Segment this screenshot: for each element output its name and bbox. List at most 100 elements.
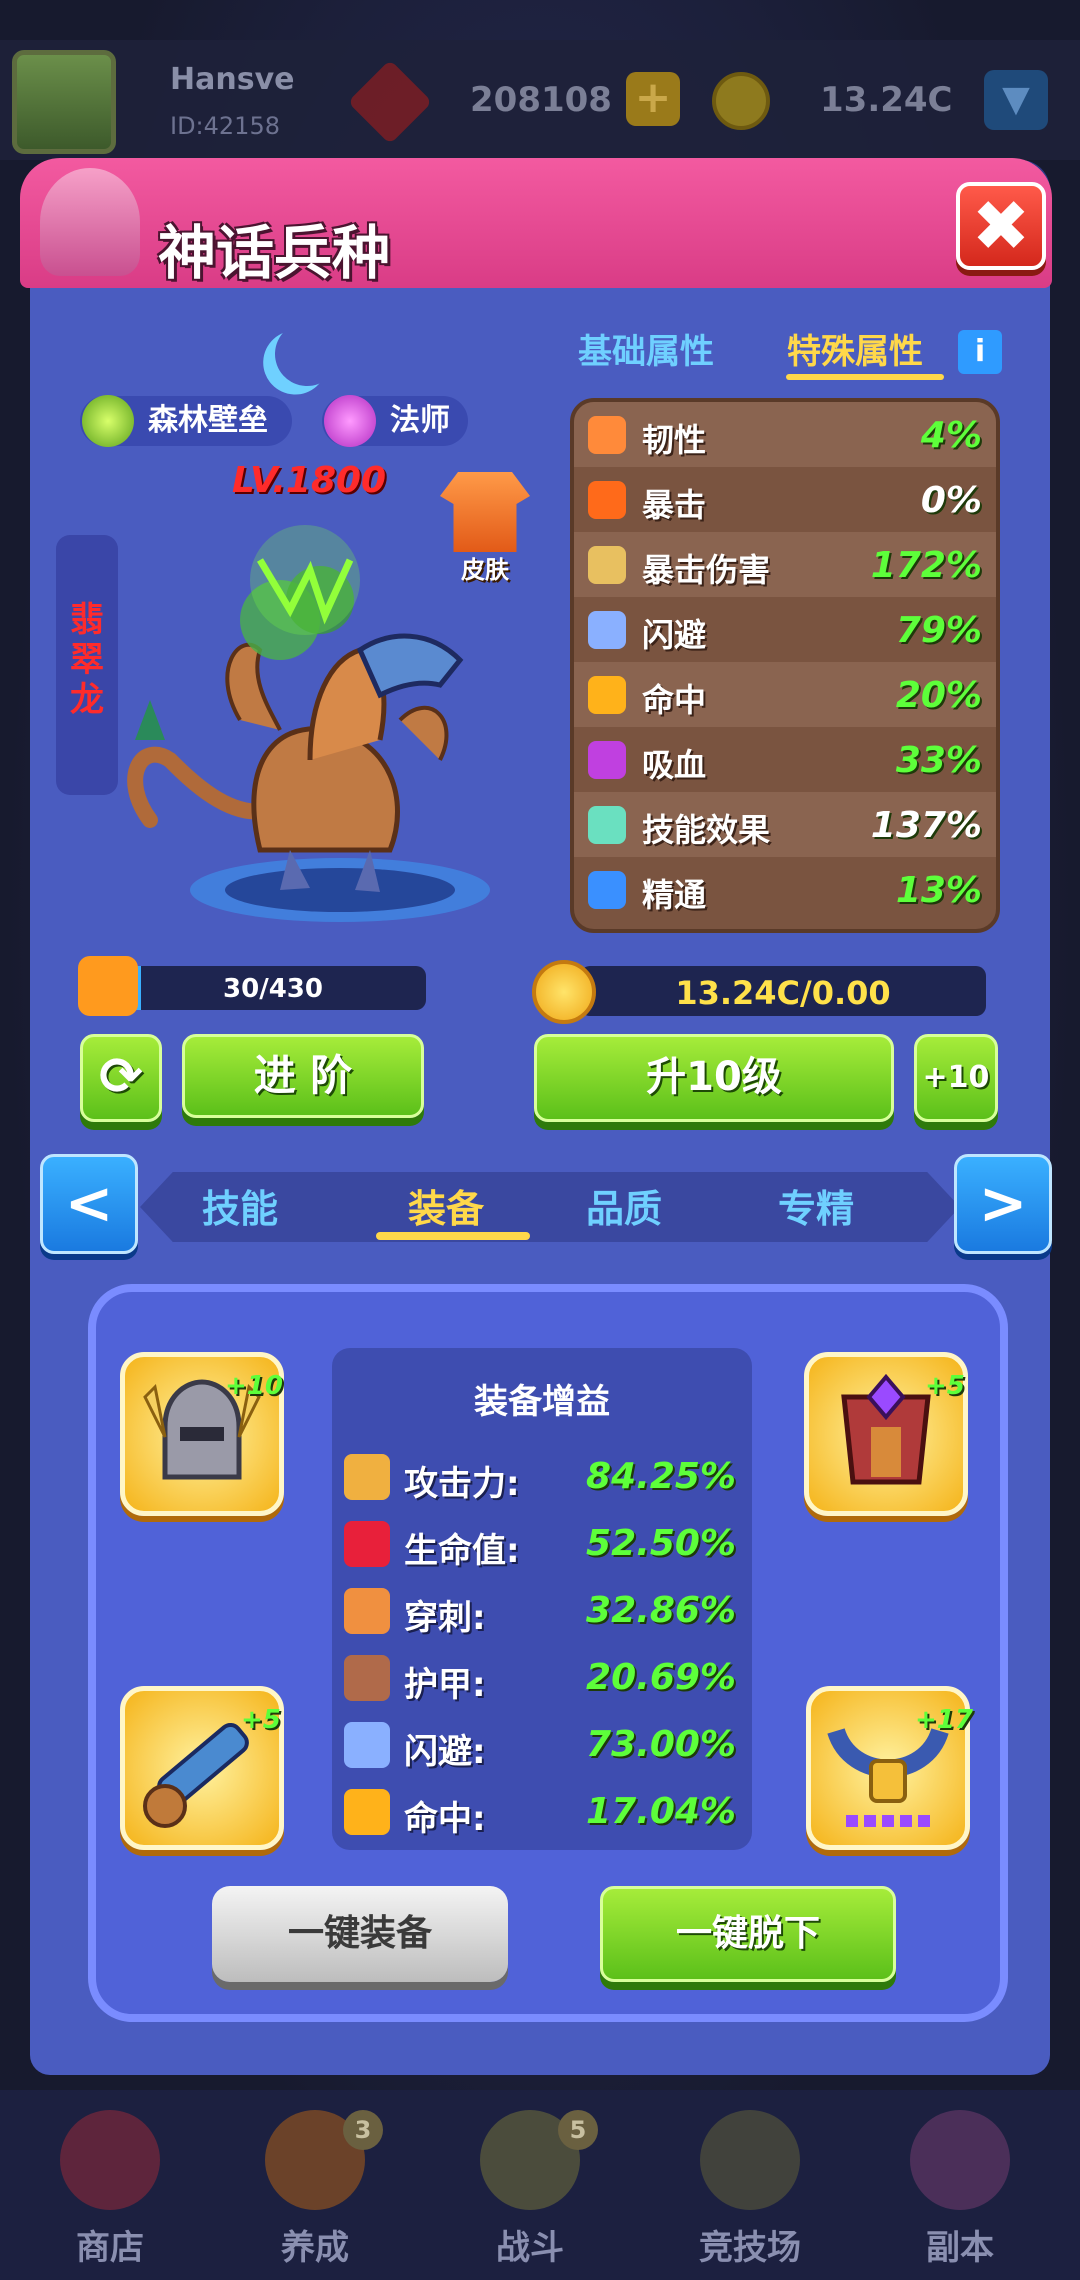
class-label: 法师 [390, 403, 450, 438]
equipment-boost-box: 攻击力: 84.25% 生命值: 52.50% 穿刺: 32.86% 护甲: 20.69% 闪避… [332, 1348, 752, 1850]
nav-shop[interactable]: 商店 [20, 2100, 200, 2280]
boost-label: 生命值: [404, 1531, 520, 1571]
tab-quality[interactable]: 品质 [586, 1178, 662, 1233]
hero-name-text: 翡翠龙 [70, 600, 104, 720]
stat-label: 吸血 [642, 746, 707, 784]
gem-count: 208108 [470, 80, 612, 120]
stat-value: 172% [870, 545, 982, 586]
stats-list: 韧性 4% 暴击 0% 暴击伤害 172% 闪避 79% 命中 20% 吸血 33% 技能效果 137% 精… [570, 398, 1000, 933]
avatar[interactable] [12, 50, 116, 154]
tab-basic-attributes[interactable]: 基础属性 [578, 324, 714, 373]
stat-icon [588, 546, 626, 584]
tab-equipment[interactable]: 装备 [408, 1178, 484, 1233]
nav-arena-label: 竞技场 [699, 2228, 801, 2268]
stat-row: 暴击伤害 172% [574, 532, 996, 597]
stat-row: 闪避 79% [574, 597, 996, 662]
equip-all-button[interactable]: 一键装备 [212, 1886, 508, 1982]
shard-progress-text: 30/430 [223, 974, 323, 1004]
shop-icon [60, 2110, 160, 2210]
plus-10-button[interactable]: +10 [914, 1034, 998, 1122]
boost-row: 命中: 17.04% [332, 1779, 752, 1845]
boost-label: 攻击力: [404, 1464, 520, 1504]
gold-cost-text: 13.24C/0.00 [675, 974, 891, 1012]
helmet-slot[interactable]: +10 [120, 1352, 284, 1516]
boost-icon [344, 1655, 390, 1701]
boost-icon [344, 1722, 390, 1768]
develop-badge: 3 [343, 2110, 383, 2150]
nav-shop-label: 商店 [76, 2228, 144, 2268]
next-tab-button[interactable]: > [954, 1154, 1052, 1254]
dropdown-button[interactable]: ▼ [984, 70, 1048, 130]
stat-icon [588, 481, 626, 519]
boost-value: 73.00% [586, 1724, 736, 1765]
boost-row: 生命值: 52.50% [332, 1511, 752, 1577]
stat-label: 技能效果 [642, 811, 771, 849]
battle-badge: 5 [558, 2110, 598, 2150]
username: Hansve [170, 62, 295, 97]
necklace-slot[interactable]: +17 [806, 1686, 973, 1850]
arena-icon [700, 2110, 800, 2210]
hero-name: 翡翠龙 [56, 600, 118, 720]
active-subtab-underline [376, 1232, 530, 1240]
boost-row: 闪避: 73.00% [332, 1712, 752, 1778]
stat-label: 精通 [642, 876, 707, 914]
necklace-level: +17 [915, 1705, 973, 1735]
nav-develop-label: 养成 [281, 2228, 349, 2268]
boost-value: 32.86% [586, 1590, 736, 1631]
stat-label: 暴击 [642, 486, 707, 524]
unequip-all-button[interactable]: 一键脱下 [600, 1886, 896, 1982]
faction-label: 森林壁垒 [148, 403, 268, 438]
stat-label: 韧性 [642, 421, 707, 459]
stat-row: 韧性 4% [574, 402, 996, 467]
nav-dungeon-label: 副本 [926, 2228, 994, 2268]
stat-label: 命中 [642, 681, 707, 719]
tab-skills[interactable]: 技能 [202, 1178, 278, 1233]
prev-tab-button[interactable]: < [40, 1154, 138, 1254]
spartan-helmet-icon [40, 168, 140, 276]
armor-slot[interactable]: +5 [804, 1352, 968, 1516]
weapon-level: +5 [241, 1705, 281, 1735]
nav-arena[interactable]: 竞技场 [660, 2100, 840, 2280]
forest-icon [82, 395, 134, 447]
faction-tag: 森林壁垒 [80, 395, 292, 447]
stat-row: 精通 13% [574, 857, 996, 922]
nav-battle[interactable]: 5 战斗 [440, 2100, 620, 2280]
stat-row: 命中 20% [574, 662, 996, 727]
stat-icon [588, 416, 626, 454]
boost-row: 攻击力: 84.25% [332, 1444, 752, 1510]
dungeon-icon [910, 2110, 1010, 2210]
stat-value: 137% [870, 805, 982, 846]
stat-value: 20% [895, 675, 982, 716]
stat-label: 闪避 [642, 616, 707, 654]
nav-develop[interactable]: 3 养成 [225, 2100, 405, 2280]
stat-row: 技能效果 137% [574, 792, 996, 857]
user-id: ID:42158 [170, 112, 280, 140]
stat-row: 吸血 33% [574, 727, 996, 792]
advance-button[interactable]: 进 阶 [182, 1034, 424, 1118]
tab-special-attributes[interactable]: 特殊属性 [787, 324, 923, 373]
helmet-level: +10 [225, 1371, 283, 1401]
level-up-10-button[interactable]: 升10级 [534, 1034, 894, 1122]
add-gems-button[interactable]: + [626, 72, 680, 126]
hero-level: LV.1800 [232, 460, 387, 501]
stat-icon [588, 611, 626, 649]
stat-value: 79% [895, 610, 982, 651]
nav-battle-label: 战斗 [496, 2228, 564, 2268]
stat-value: 0% [920, 480, 982, 521]
stat-value: 33% [895, 740, 982, 781]
info-button[interactable]: i [958, 330, 1002, 374]
armor-level: +5 [925, 1371, 965, 1401]
boost-label: 护甲: [404, 1665, 486, 1705]
refresh-button[interactable]: ⟳ [80, 1034, 162, 1122]
boost-row: 穿刺: 32.86% [332, 1578, 752, 1644]
stat-icon [588, 676, 626, 714]
boost-icon [344, 1454, 390, 1500]
boost-title: 装备增益 [474, 1382, 610, 1422]
close-button[interactable]: ✖ [956, 182, 1046, 270]
weapon-slot[interactable]: +5 [120, 1686, 284, 1850]
tab-mastery[interactable]: 专精 [778, 1178, 854, 1233]
panel-title: 神话兵种 [158, 219, 391, 287]
boost-icon [344, 1789, 390, 1835]
nav-dungeon[interactable]: 副本 [870, 2100, 1050, 2280]
boost-value: 52.50% [586, 1523, 736, 1564]
